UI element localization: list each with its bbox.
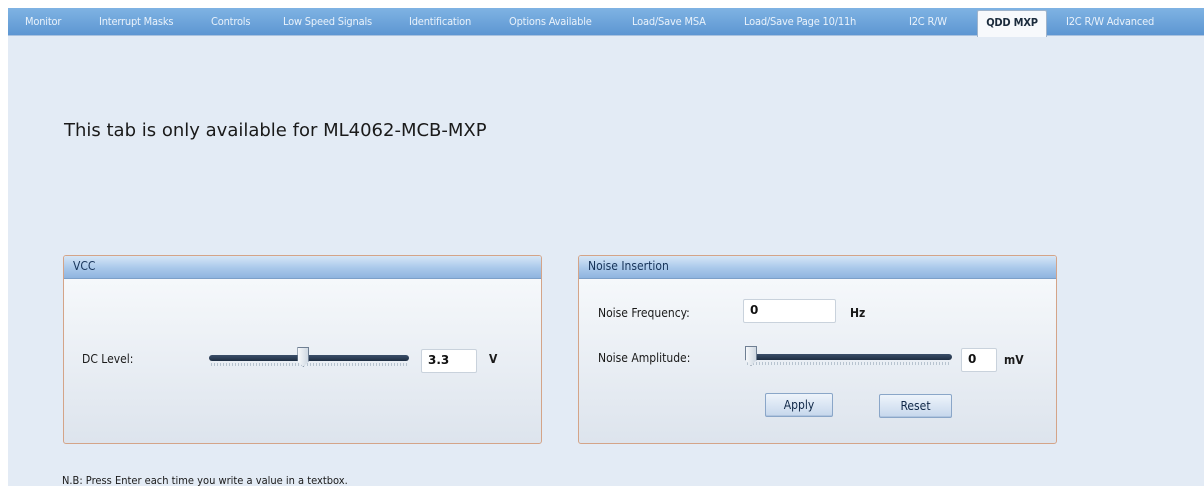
tab-monitor[interactable]: Monitor xyxy=(25,8,61,36)
tab-i2c-rw[interactable]: I2C R/W xyxy=(909,8,947,36)
noise-frequency-unit: Hz xyxy=(850,306,866,320)
dc-level-slider[interactable] xyxy=(209,347,409,372)
tab-load-save-page[interactable]: Load/Save Page 10/11h xyxy=(744,8,856,36)
apply-button[interactable]: Apply xyxy=(765,393,833,417)
tab-qdd-mxp[interactable]: QDD MXP xyxy=(977,10,1047,37)
noise-amplitude-slider[interactable] xyxy=(745,346,952,371)
tab-bar: Monitor Interrupt Masks Controls Low Spe… xyxy=(8,8,1204,37)
noise-insertion-groupbox: Noise Insertion Noise Frequency: 0 Hz No… xyxy=(578,255,1057,444)
tab-load-save-msa[interactable]: Load/Save MSA xyxy=(632,8,706,36)
noise-amplitude-unit: mV xyxy=(1004,353,1024,367)
tab-identification[interactable]: Identification xyxy=(409,8,471,36)
app-window: Monitor Interrupt Masks Controls Low Spe… xyxy=(8,8,1204,487)
dc-level-slider-ticks xyxy=(211,363,407,366)
noise-frequency-label: Noise Frequency: xyxy=(598,306,690,320)
vcc-groupbox-title: VCC xyxy=(73,259,96,273)
tab-i2c-rw-advanced[interactable]: I2C R/W Advanced xyxy=(1066,8,1154,36)
tab-options-available[interactable]: Options Available xyxy=(509,8,592,36)
availability-notice: This tab is only available for ML4062-MC… xyxy=(64,120,487,141)
noise-insertion-header: Noise Insertion xyxy=(579,256,1056,279)
footnote-text: N.B: Press Enter each time you write a v… xyxy=(62,474,348,487)
noise-amplitude-input[interactable]: 0 xyxy=(961,348,997,372)
dc-level-input[interactable]: 3.3 xyxy=(421,349,477,373)
noise-amplitude-slider-ticks xyxy=(747,362,950,365)
tab-interrupt-masks[interactable]: Interrupt Masks xyxy=(99,8,174,36)
noise-insertion-title: Noise Insertion xyxy=(588,259,669,273)
noise-amplitude-slider-track xyxy=(745,354,952,360)
tab-controls[interactable]: Controls xyxy=(211,8,251,36)
noise-amplitude-label: Noise Amplitude: xyxy=(598,351,691,365)
noise-frequency-input[interactable]: 0 xyxy=(743,299,836,323)
reset-button[interactable]: Reset xyxy=(879,394,952,418)
tab-low-speed-signals[interactable]: Low Speed Signals xyxy=(283,8,372,36)
vcc-groupbox-header: VCC xyxy=(64,256,541,279)
dc-level-unit: V xyxy=(489,352,498,366)
dc-level-label: DC Level: xyxy=(82,352,134,366)
vcc-groupbox: VCC DC Level: 3.3 V xyxy=(63,255,542,444)
